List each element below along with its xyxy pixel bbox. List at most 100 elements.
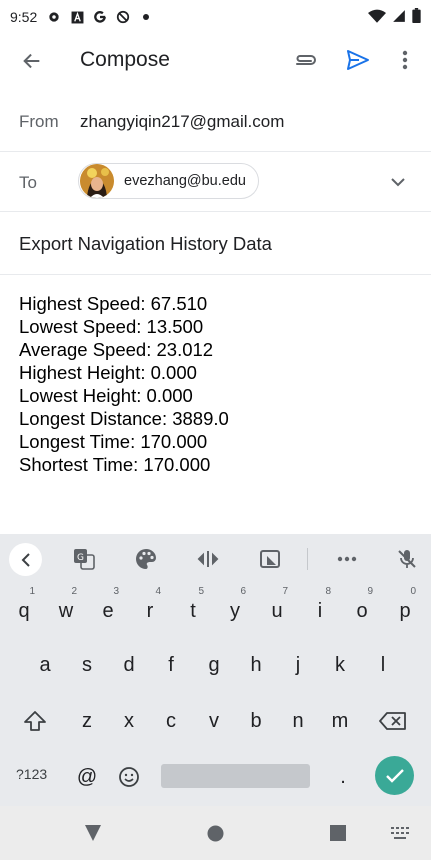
key-n[interactable]: n: [277, 694, 319, 748]
key-r[interactable]: r4: [129, 584, 171, 638]
theme-button[interactable]: [133, 546, 159, 572]
voice-input-button[interactable]: [394, 546, 420, 572]
from-label: From: [19, 112, 59, 131]
key-y[interactable]: y6: [214, 584, 256, 638]
key-e[interactable]: e3: [87, 584, 129, 638]
key-hint: 5: [198, 586, 204, 597]
key-label: y: [230, 599, 240, 622]
one-hand-icon: [260, 550, 280, 568]
key-label: r: [146, 599, 154, 622]
recipient-chip[interactable]: evezhang@bu.edu: [78, 163, 259, 199]
key-hint: 2: [71, 586, 77, 597]
at-key[interactable]: @: [66, 756, 108, 798]
key-s[interactable]: s: [66, 638, 108, 692]
key-hint: 1: [29, 586, 35, 597]
key-hint: 9: [367, 586, 373, 597]
key-v[interactable]: v: [193, 694, 235, 748]
key-hint: 3: [113, 586, 119, 597]
key-a[interactable]: a: [24, 638, 66, 692]
body-line: Highest Height: 0.000: [19, 362, 197, 383]
key-k[interactable]: k: [319, 638, 361, 692]
key-hint: 7: [282, 586, 288, 597]
keyboard-toolbar: G: [0, 534, 431, 584]
key-g[interactable]: g: [193, 638, 235, 692]
nav-back-button[interactable]: [82, 822, 104, 844]
keyboard-icon: [391, 827, 409, 839]
key-u[interactable]: u7: [256, 584, 298, 638]
from-address[interactable]: zhangyiqin217@gmail.com: [80, 112, 284, 132]
key-j[interactable]: j: [277, 638, 319, 692]
more-options-button[interactable]: [393, 46, 417, 74]
google-g-icon: [93, 10, 107, 24]
enter-key[interactable]: [375, 756, 414, 795]
nav-recents-button[interactable]: [327, 822, 349, 844]
send-button[interactable]: [344, 46, 372, 74]
body-line: Lowest Height: 0.000: [19, 385, 193, 406]
circle-home-icon: [207, 825, 223, 841]
gear-icon: [47, 10, 61, 24]
body-line: Longest Time: 170.000: [19, 431, 208, 452]
backspace-key[interactable]: [372, 694, 414, 748]
key-f[interactable]: f: [150, 638, 192, 692]
space-bar[interactable]: [161, 764, 310, 788]
key-label: w: [58, 599, 74, 622]
key-b[interactable]: b: [235, 694, 277, 748]
key-p[interactable]: p0: [384, 584, 426, 638]
keyboard-collapse-button[interactable]: [9, 543, 42, 576]
subject-field[interactable]: Export Navigation History Data: [19, 233, 272, 255]
key-d[interactable]: d: [108, 638, 150, 692]
translate-button[interactable]: G: [71, 546, 97, 572]
back-button[interactable]: [18, 47, 46, 75]
key-o[interactable]: o9: [341, 584, 383, 638]
key-t[interactable]: t5: [172, 584, 214, 638]
key-m[interactable]: m: [319, 694, 361, 748]
key-q[interactable]: q1: [3, 584, 45, 638]
subject-row[interactable]: Export Navigation History Data: [0, 212, 431, 275]
key-z[interactable]: z: [66, 694, 108, 748]
period-key[interactable]: .: [322, 756, 364, 798]
soft-keyboard: G q1 w2 e3 r4 t5 y6 u7 i8 o9 p0 a s d f …: [0, 534, 431, 806]
nav-home-button[interactable]: [204, 822, 226, 844]
shift-key[interactable]: [14, 694, 56, 748]
key-i[interactable]: i8: [299, 584, 341, 638]
emoji-key[interactable]: [108, 756, 150, 798]
key-hint: 6: [240, 586, 246, 597]
key-w[interactable]: w2: [45, 584, 87, 638]
chevron-down-icon: [391, 178, 405, 187]
battery-icon: [412, 8, 421, 26]
status-bar: 9:52: [0, 0, 431, 34]
key-label: u: [271, 599, 283, 622]
key-x[interactable]: x: [108, 694, 150, 748]
key-label: o: [356, 599, 368, 622]
key-label: q: [18, 599, 30, 622]
avatar: [80, 164, 114, 198]
dot-icon: [139, 10, 153, 24]
body-line: Longest Distance: 3889.0: [19, 408, 229, 429]
arrow-back-icon: [23, 53, 40, 69]
from-row[interactable]: From zhangyiqin217@gmail.com: [0, 92, 431, 152]
symbols-key[interactable]: ?123: [16, 766, 47, 782]
body-line: Highest Speed: 67.510: [19, 293, 208, 314]
key-hint: 4: [155, 586, 161, 597]
to-row[interactable]: To evezhang@bu.edu: [0, 152, 431, 212]
emoji-icon: [119, 767, 139, 787]
attach-button[interactable]: [292, 47, 320, 75]
compose-toolbar: Compose: [0, 34, 431, 88]
key-l[interactable]: l: [362, 638, 404, 692]
triangle-back-icon: [85, 825, 101, 841]
system-nav-bar: [0, 806, 431, 860]
more-horiz-icon: [337, 556, 357, 562]
key-h[interactable]: h: [235, 638, 277, 692]
key-c[interactable]: c: [150, 694, 192, 748]
more-vert-icon: [402, 50, 408, 70]
keyboard-more-button[interactable]: [334, 546, 360, 572]
shift-icon: [24, 711, 46, 731]
message-body[interactable]: Highest Speed: 67.510 Lowest Speed: 13.5…: [19, 292, 229, 476]
text-edit-button[interactable]: [195, 546, 221, 572]
svg-text:G: G: [77, 553, 84, 563]
keyboard-switch-button[interactable]: [389, 822, 411, 844]
expand-recipients-button[interactable]: [386, 170, 410, 194]
key-label: t: [190, 599, 196, 622]
one-hand-button[interactable]: [257, 546, 283, 572]
key-label: p: [399, 599, 411, 622]
